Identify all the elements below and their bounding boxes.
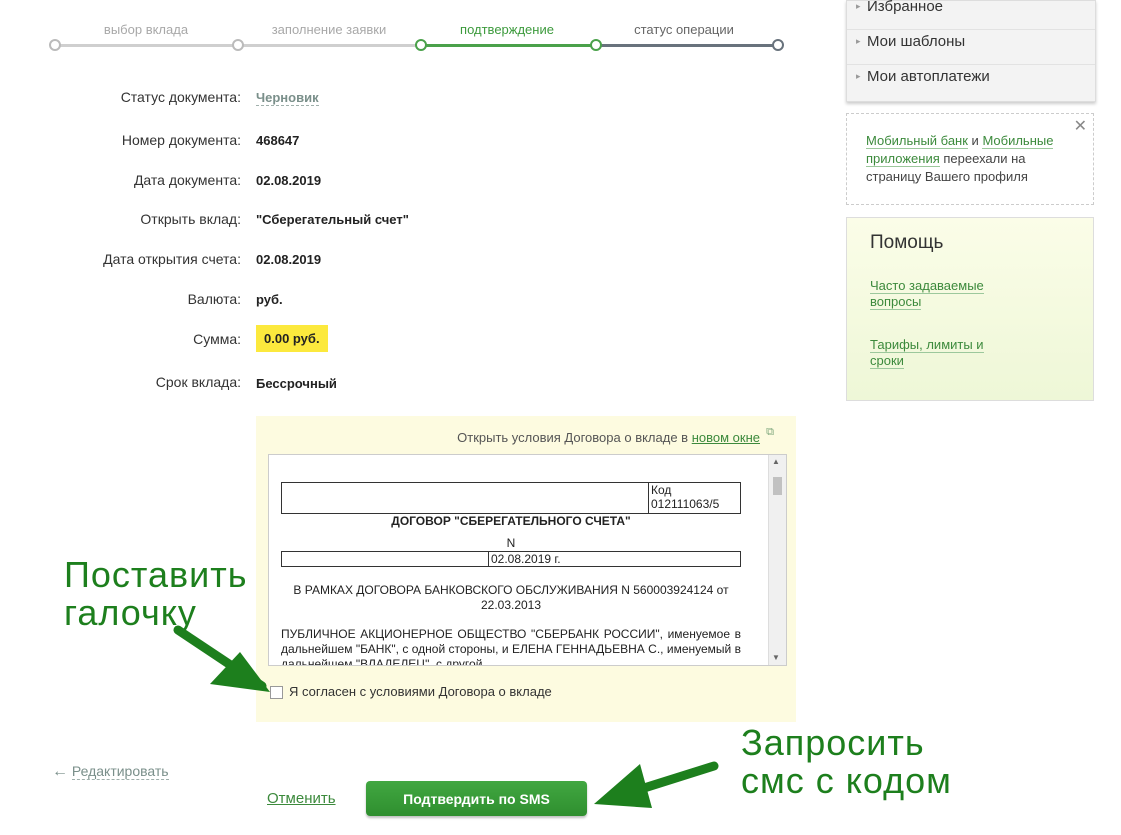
arrow-to-checkbox-icon (173, 625, 270, 692)
arrow-to-confirm-icon (594, 761, 719, 808)
annotation-arrows (173, 625, 719, 808)
